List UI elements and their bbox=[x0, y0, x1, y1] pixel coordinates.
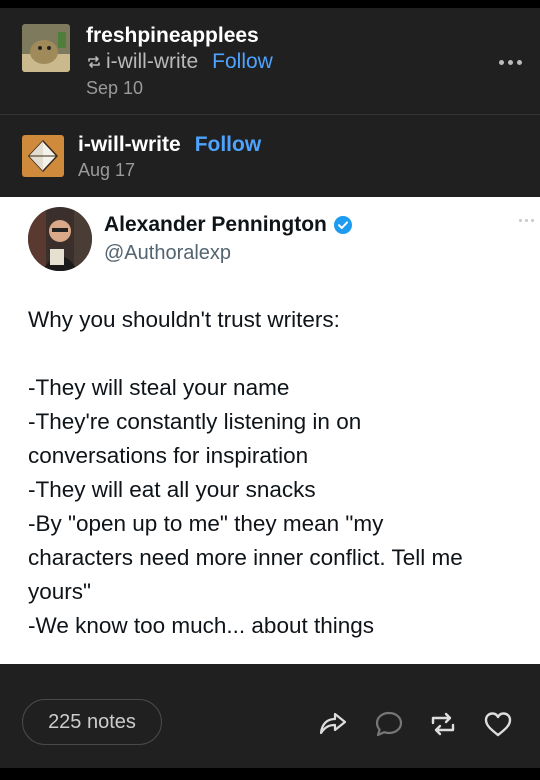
verified-badge-icon bbox=[333, 216, 352, 234]
top-edge bbox=[0, 0, 540, 8]
tweet-author-name: Alexander Pennington bbox=[104, 213, 327, 236]
tweet-text: Why you shouldn't trust writers: -They w… bbox=[28, 303, 463, 643]
tweet-line: -By "open up to me" they mean "my bbox=[28, 511, 384, 536]
tweet-author-row: Alexander Pennington bbox=[104, 213, 353, 237]
post-header: freshpineapplees i-will-write Follow Sep… bbox=[0, 8, 540, 114]
notes-button[interactable]: 225 notes bbox=[22, 699, 162, 745]
tweet-screenshot: Alexander Pennington @Authoralexp Why yo… bbox=[0, 197, 540, 664]
original-poster-row: i-will-write Follow bbox=[78, 133, 261, 157]
reply-icon[interactable] bbox=[374, 710, 404, 738]
follow-button[interactable]: Follow bbox=[195, 133, 262, 157]
tweet-line: -They're constantly listening in on bbox=[28, 409, 362, 434]
reblog-icon[interactable] bbox=[428, 710, 458, 738]
heart-icon[interactable] bbox=[483, 710, 513, 738]
tweet-more-icon bbox=[519, 219, 534, 222]
original-post-date: Aug 17 bbox=[78, 160, 136, 180]
reblog-attribution: i-will-write Follow bbox=[86, 50, 273, 74]
tweet-line: -We know too much... about things bbox=[28, 613, 375, 638]
bottom-edge bbox=[0, 768, 540, 780]
tweet-line: -They will eat all your snacks bbox=[28, 477, 316, 502]
tweet-author-handle: @Authoralexp bbox=[104, 242, 232, 264]
follow-button[interactable]: Follow bbox=[212, 50, 273, 74]
share-icon[interactable] bbox=[318, 710, 348, 736]
tweet-line: yours" bbox=[28, 579, 92, 604]
reblogger-avatar[interactable] bbox=[22, 24, 70, 72]
tweet-line: conversations for inspiration bbox=[28, 443, 309, 468]
tweet-author-avatar bbox=[28, 207, 92, 271]
reblogger-username[interactable]: freshpineapplees bbox=[86, 24, 259, 48]
reblog-date: Sep 10 bbox=[86, 78, 144, 98]
original-poster-username[interactable]: i-will-write bbox=[78, 133, 181, 157]
tweet-line: Why you shouldn't trust writers: bbox=[28, 307, 340, 332]
reblog-icon bbox=[88, 56, 100, 68]
reblog-trail-header: i-will-write Follow Aug 17 bbox=[0, 115, 540, 197]
tweet-line: characters need more inner conflict. Tel… bbox=[28, 545, 463, 570]
original-poster-avatar[interactable] bbox=[22, 135, 64, 177]
post-card: freshpineapplees i-will-write Follow Sep… bbox=[0, 8, 540, 768]
reblogged-from-username[interactable]: i-will-write bbox=[106, 50, 198, 74]
tweet-line: -They will steal your name bbox=[28, 375, 290, 400]
more-icon[interactable] bbox=[499, 60, 522, 65]
tweet-line bbox=[28, 337, 463, 371]
post-footer: 225 notes bbox=[0, 664, 540, 768]
